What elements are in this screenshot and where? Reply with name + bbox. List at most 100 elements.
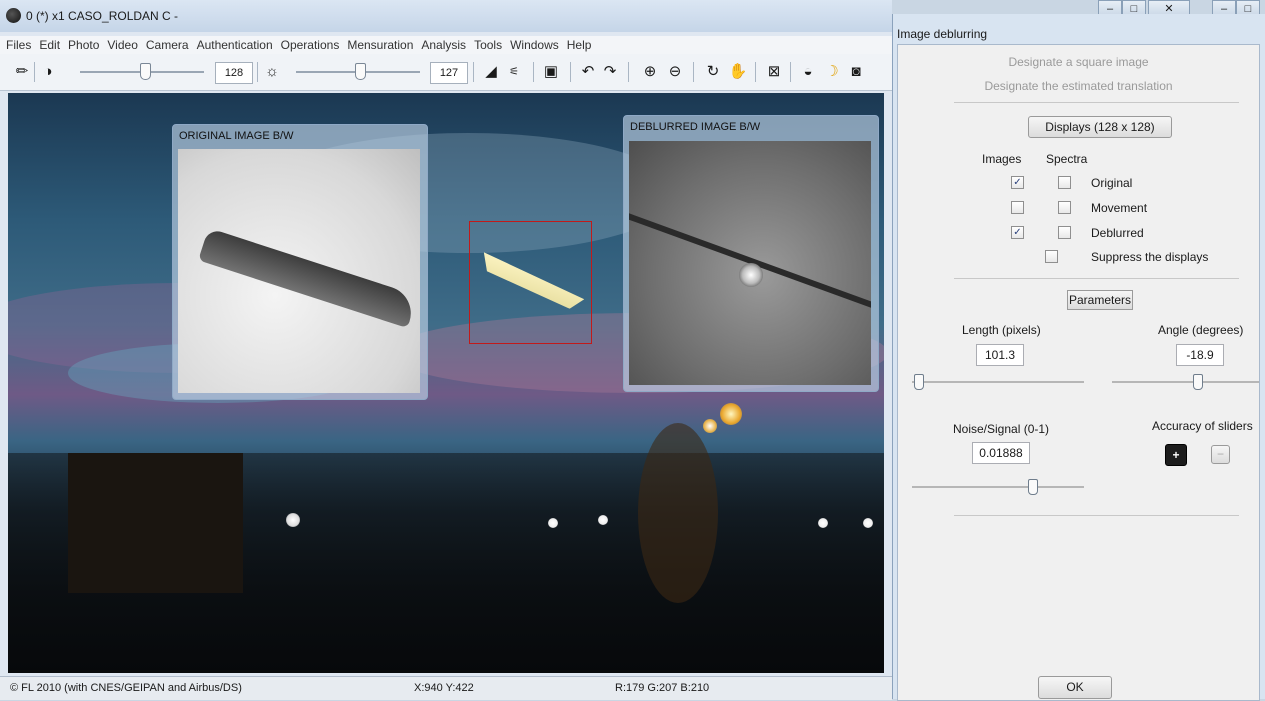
menu-tools[interactable]: Tools	[474, 38, 502, 52]
moon-icon[interactable]: ☽	[822, 62, 842, 82]
deblurred-spectrum-checkbox[interactable]	[1058, 226, 1071, 239]
toolbar-separator	[533, 62, 534, 82]
pencil-icon[interactable]: ✏	[12, 62, 32, 82]
menu-operations[interactable]: Operations	[281, 38, 340, 52]
camera-icon[interactable]: ◙	[846, 62, 866, 82]
length-slider-track[interactable]	[912, 381, 1084, 383]
original-image-panel[interactable]: ORIGINAL IMAGE B/W	[172, 124, 428, 400]
displays-button[interactable]: Displays (128 x 128)	[1028, 116, 1172, 138]
original-image	[178, 149, 420, 393]
menu-files[interactable]: Files	[6, 38, 31, 52]
dialog-title: Image deblurring	[897, 27, 988, 41]
movement-image-checkbox[interactable]	[1011, 201, 1024, 214]
angle-label: Angle (degrees)	[1158, 323, 1244, 337]
suppress-displays-label: Suppress the displays	[1091, 250, 1209, 264]
hint-translation: Designate the estimated translation	[984, 79, 1173, 93]
suppress-displays-checkbox[interactable]	[1045, 250, 1058, 263]
toolbar-separator	[693, 62, 694, 82]
status-bar: © FL 2010 (with CNES/GEIPAN and Airbus/D…	[0, 676, 892, 700]
redo-icon[interactable]: ↷	[600, 62, 620, 82]
movement-row-label: Movement	[1091, 201, 1148, 215]
ufo-icon[interactable]: ◒	[798, 62, 818, 82]
divider	[954, 102, 1239, 103]
menu-windows[interactable]: Windows	[510, 38, 559, 52]
divider	[954, 515, 1239, 516]
original-image-checkbox[interactable]: ✓	[1011, 176, 1024, 189]
menu-analysis[interactable]: Analysis	[421, 38, 466, 52]
toolbar-separator	[628, 62, 629, 82]
window-title: 0 (*) x1 CASO_ROLDAN C -	[26, 9, 179, 23]
contrast-value: 128	[215, 62, 253, 84]
ok-button[interactable]: OK	[1038, 676, 1112, 699]
toolbar-separator	[755, 62, 756, 82]
brightness-slider-thumb[interactable]	[355, 63, 366, 80]
status-coordinates: X:940 Y:422	[414, 682, 474, 694]
title-bar: 0 (*) x1 CASO_ROLDAN C -	[0, 0, 892, 32]
menu-help[interactable]: Help	[567, 38, 592, 52]
menu-bar: Files Edit Photo Video Camera Authentication O…	[0, 36, 892, 54]
menu-mensuration[interactable]: Mensuration	[347, 38, 413, 52]
deblurred-panel-title: DEBLURRED IMAGE B/W	[630, 121, 761, 133]
toolbar-separator	[473, 62, 474, 82]
menu-authentication[interactable]: Authentication	[197, 38, 273, 52]
accuracy-plus-button[interactable]: +	[1165, 444, 1187, 466]
movement-spectrum-checkbox[interactable]	[1058, 201, 1071, 214]
menu-camera[interactable]: Camera	[146, 38, 189, 52]
original-streak	[198, 227, 418, 329]
angle-slider-track[interactable]	[1112, 381, 1259, 383]
angle-slider-thumb[interactable]	[1193, 374, 1203, 390]
deblurred-image-panel[interactable]: DEBLURRED IMAGE B/W	[623, 115, 879, 392]
deblurred-image	[629, 141, 871, 385]
toolbar-separator	[790, 62, 791, 82]
zoom-out-icon[interactable]: ⊖	[665, 62, 685, 82]
original-panel-title: ORIGINAL IMAGE B/W	[179, 130, 294, 142]
main-window: 0 (*) x1 CASO_ROLDAN C - Files Edit Photo V…	[0, 0, 892, 700]
divider	[954, 278, 1239, 279]
app-icon	[6, 8, 21, 23]
menu-edit[interactable]: Edit	[39, 38, 60, 52]
toolbar-separator	[257, 62, 258, 82]
deblurred-spot	[739, 263, 763, 287]
save-icon[interactable]: ▣	[541, 62, 561, 82]
status-copyright: © FL 2010 (with CNES/GEIPAN and Airbus/D…	[10, 682, 242, 694]
dialog-title-bar: Image deblurring	[893, 14, 1265, 44]
levels-icon[interactable]: ◢	[481, 62, 501, 82]
deblurred-image-checkbox[interactable]: ✓	[1011, 226, 1024, 239]
contrast-slider-thumb[interactable]	[140, 63, 151, 80]
noise-slider-track[interactable]	[912, 486, 1084, 488]
rotate-icon[interactable]: ↻	[703, 62, 723, 82]
toolbar-separator	[34, 62, 35, 82]
auto-levels-icon[interactable]: ⚟	[504, 62, 524, 82]
hand-icon[interactable]: ✋	[728, 62, 748, 82]
parameters-button[interactable]: Parameters	[1067, 290, 1133, 310]
toolbar-separator	[570, 62, 571, 82]
noise-slider-thumb[interactable]	[1028, 479, 1038, 495]
original-spectrum-checkbox[interactable]	[1058, 176, 1071, 189]
images-column-header: Images	[982, 152, 1022, 166]
deblurred-streak	[629, 209, 871, 315]
noise-label: Noise/Signal (0-1)	[953, 422, 1050, 436]
undo-icon[interactable]: ↶	[578, 62, 598, 82]
menu-photo[interactable]: Photo	[68, 38, 99, 52]
hint-square-image: Designate a square image	[1008, 55, 1149, 69]
dialog-body: Designate a square image Designate the e…	[897, 44, 1260, 701]
accuracy-minus-button[interactable]: −	[1211, 445, 1230, 464]
noise-input[interactable]: 0.01888	[972, 442, 1030, 464]
length-input[interactable]: 101.3	[976, 344, 1024, 366]
fit-window-icon[interactable]: ⊠	[764, 62, 784, 82]
accuracy-label: Accuracy of sliders	[1152, 419, 1253, 433]
length-label: Length (pixels)	[962, 323, 1041, 337]
spectra-column-header: Spectra	[1046, 152, 1088, 166]
menu-video[interactable]: Video	[107, 38, 137, 52]
contrast-icon[interactable]: ◑	[38, 62, 58, 82]
length-slider-thumb[interactable]	[914, 374, 924, 390]
brightness-icon[interactable]: ☼	[262, 62, 282, 82]
toolbar: ✏ ◑ 128 ☼ 127 ◢ ⚟ ▣ ↶ ↷ ⊕ ⊖ ↻ ✋ ⊠ ◒ ☽ ◙	[0, 54, 892, 91]
brightness-value: 127	[430, 62, 468, 84]
deblurred-row-label: Deblurred	[1091, 226, 1144, 240]
original-row-label: Original	[1091, 176, 1133, 190]
angle-input[interactable]: -18.9	[1176, 344, 1224, 366]
selection-rectangle[interactable]	[469, 221, 592, 344]
zoom-in-icon[interactable]: ⊕	[640, 62, 660, 82]
image-deblurring-dialog: Image deblurring Designate a square imag…	[892, 14, 1265, 701]
